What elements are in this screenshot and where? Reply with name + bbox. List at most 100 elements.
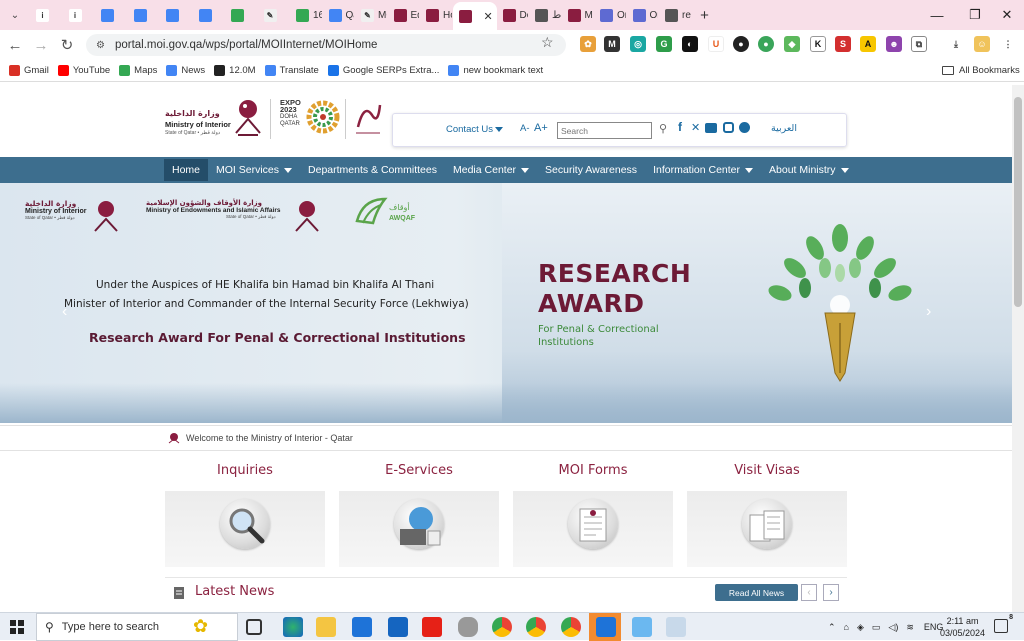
- bookmark-item[interactable]: new bookmark text: [448, 65, 543, 76]
- mail-icon[interactable]: [388, 617, 408, 637]
- nav-item[interactable]: MOI Services: [208, 159, 300, 181]
- page-scrollbar[interactable]: [1012, 85, 1024, 612]
- edge-browser-icon[interactable]: [283, 617, 303, 637]
- close-tab-icon[interactable]: ✕: [484, 10, 493, 23]
- youtube-app-icon[interactable]: [422, 617, 442, 637]
- browser-tab[interactable]: Ho: [420, 2, 453, 28]
- browser-tab[interactable]: Ma: [562, 2, 595, 28]
- browser-tab[interactable]: [225, 2, 258, 28]
- news-next-arrow[interactable]: ›: [823, 584, 839, 601]
- moi-logo[interactable]: وزارة الداخلية Ministry of Interior Stat…: [165, 97, 265, 139]
- extension-icon[interactable]: ☻: [886, 36, 902, 52]
- browser-tab[interactable]: ✎ MO: [355, 2, 388, 28]
- vpn-icon[interactable]: ◈: [857, 622, 864, 633]
- extension-icon[interactable]: ●: [758, 36, 774, 52]
- photos-icon[interactable]: [596, 617, 616, 637]
- nav-item[interactable]: Media Center: [445, 159, 537, 181]
- service-visit-visas[interactable]: Visit Visas: [687, 463, 847, 567]
- bookmark-item[interactable]: Google SERPs Extra...: [327, 65, 439, 76]
- browser-tab[interactable]: [128, 2, 161, 28]
- profile-avatar[interactable]: ☺: [974, 36, 990, 52]
- browser-tab[interactable]: ط: [529, 2, 562, 28]
- instagram-icon[interactable]: [723, 122, 734, 133]
- font-increase-button[interactable]: A+: [534, 122, 548, 134]
- chrome-icon[interactable]: [526, 617, 546, 637]
- nav-item[interactable]: Security Awareness: [537, 159, 645, 181]
- windows-start-icon[interactable]: [10, 620, 24, 634]
- file-explorer-icon[interactable]: [316, 617, 336, 637]
- extension-icon[interactable]: ◐: [682, 36, 698, 52]
- extension-icon[interactable]: ●: [733, 36, 749, 52]
- microsoft-store-icon[interactable]: [352, 617, 372, 637]
- bookmark-item[interactable]: YouTube: [57, 65, 110, 76]
- browser-tab[interactable]: De: [497, 2, 530, 28]
- minimize-button[interactable]: —: [918, 0, 956, 30]
- extension-icon[interactable]: G: [656, 36, 672, 52]
- back-button[interactable]: ←: [2, 32, 28, 58]
- service-moi-forms[interactable]: MOI Forms: [513, 463, 673, 567]
- extension-icon[interactable]: M: [604, 36, 620, 52]
- chrome-menu-icon[interactable]: ⋮: [1000, 36, 1016, 52]
- facebook-icon[interactable]: f: [678, 120, 682, 134]
- forward-button[interactable]: →: [28, 32, 54, 58]
- network-icon[interactable]: ⌂: [844, 622, 849, 632]
- task-view-icon[interactable]: [246, 619, 262, 635]
- news-prev-arrow[interactable]: ‹: [801, 584, 817, 601]
- extension-icon[interactable]: A: [860, 36, 876, 52]
- bookmark-item[interactable]: Gmail: [9, 65, 49, 76]
- expo-logo[interactable]: EXPO 2023 DOHA QATAR: [280, 99, 340, 139]
- extension-icon[interactable]: ◎: [630, 36, 646, 52]
- omnibox[interactable]: ⚙ portal.moi.gov.qa/wps/portal/MOIIntern…: [86, 34, 566, 56]
- font-decrease-button[interactable]: A-: [520, 123, 530, 134]
- arabic-language-link[interactable]: العربية: [771, 123, 797, 134]
- contact-us-link[interactable]: Contact Us: [446, 124, 503, 135]
- nav-item[interactable]: About Ministry: [761, 159, 857, 181]
- search-icon[interactable]: ⚲: [659, 122, 667, 135]
- browser-tab[interactable]: ✕: [452, 2, 497, 30]
- nav-item[interactable]: Departments & Committees: [300, 159, 445, 181]
- youtube-icon[interactable]: [705, 123, 717, 133]
- browser-tab[interactable]: 16: [290, 2, 323, 28]
- bookmark-item[interactable]: 12.0M: [214, 65, 256, 76]
- paint-icon[interactable]: [666, 617, 686, 637]
- tab-search-button[interactable]: ⌄: [0, 0, 30, 30]
- bookmark-star-icon[interactable]: ☆: [541, 34, 554, 51]
- browser-tab[interactable]: On: [594, 2, 627, 28]
- site-info-icon[interactable]: ⚙: [96, 40, 105, 51]
- bookmark-item[interactable]: Translate: [264, 65, 319, 76]
- tray-chevron-up-icon[interactable]: ⌃: [828, 622, 836, 633]
- browser-tab[interactable]: Qa: [323, 2, 356, 28]
- carousel-prev-arrow[interactable]: ‹: [62, 303, 67, 321]
- bookmark-item[interactable]: News: [166, 65, 205, 76]
- browser-tab[interactable]: i: [30, 2, 63, 28]
- volume-icon[interactable]: ◁): [888, 622, 898, 633]
- bookmark-item[interactable]: Maps: [119, 65, 157, 76]
- nav-item[interactable]: Home: [164, 159, 209, 181]
- browser-tab[interactable]: [95, 2, 128, 28]
- extensions-puzzle-icon[interactable]: ⧉: [911, 36, 927, 52]
- notification-center-icon[interactable]: 8: [994, 614, 1013, 633]
- browser-tab[interactable]: Edi: [388, 2, 421, 28]
- extension-icon[interactable]: U: [708, 36, 724, 52]
- browser-tab[interactable]: On: [627, 2, 660, 28]
- scrollbar-thumb[interactable]: [1014, 97, 1022, 307]
- browser-tab[interactable]: ✎: [258, 2, 291, 28]
- extension-icon[interactable]: ✿: [580, 36, 596, 52]
- extension-icon[interactable]: ◆: [784, 36, 800, 52]
- reload-button[interactable]: ↻: [54, 32, 80, 58]
- service-inquiries[interactable]: Inquiries: [165, 463, 325, 567]
- chrome-icon[interactable]: [492, 617, 512, 637]
- weather-icon[interactable]: [632, 617, 652, 637]
- chrome-icon[interactable]: [561, 617, 581, 637]
- nav-item[interactable]: Information Center: [645, 159, 761, 181]
- close-window-button[interactable]: ✕: [988, 0, 1024, 30]
- wifi-icon[interactable]: ≋: [906, 622, 914, 633]
- hero-banner[interactable]: وزارة الداخلية Ministry of Interior Stat…: [0, 183, 1012, 423]
- extension-icon[interactable]: K: [810, 36, 826, 52]
- browser-tab[interactable]: i: [63, 2, 96, 28]
- download-icon[interactable]: ⤓: [948, 36, 964, 52]
- browser-tab[interactable]: [160, 2, 193, 28]
- mouse-icon[interactable]: [458, 617, 478, 637]
- all-bookmarks-button[interactable]: All Bookmarks: [942, 65, 1020, 76]
- site-search-input[interactable]: [557, 122, 652, 139]
